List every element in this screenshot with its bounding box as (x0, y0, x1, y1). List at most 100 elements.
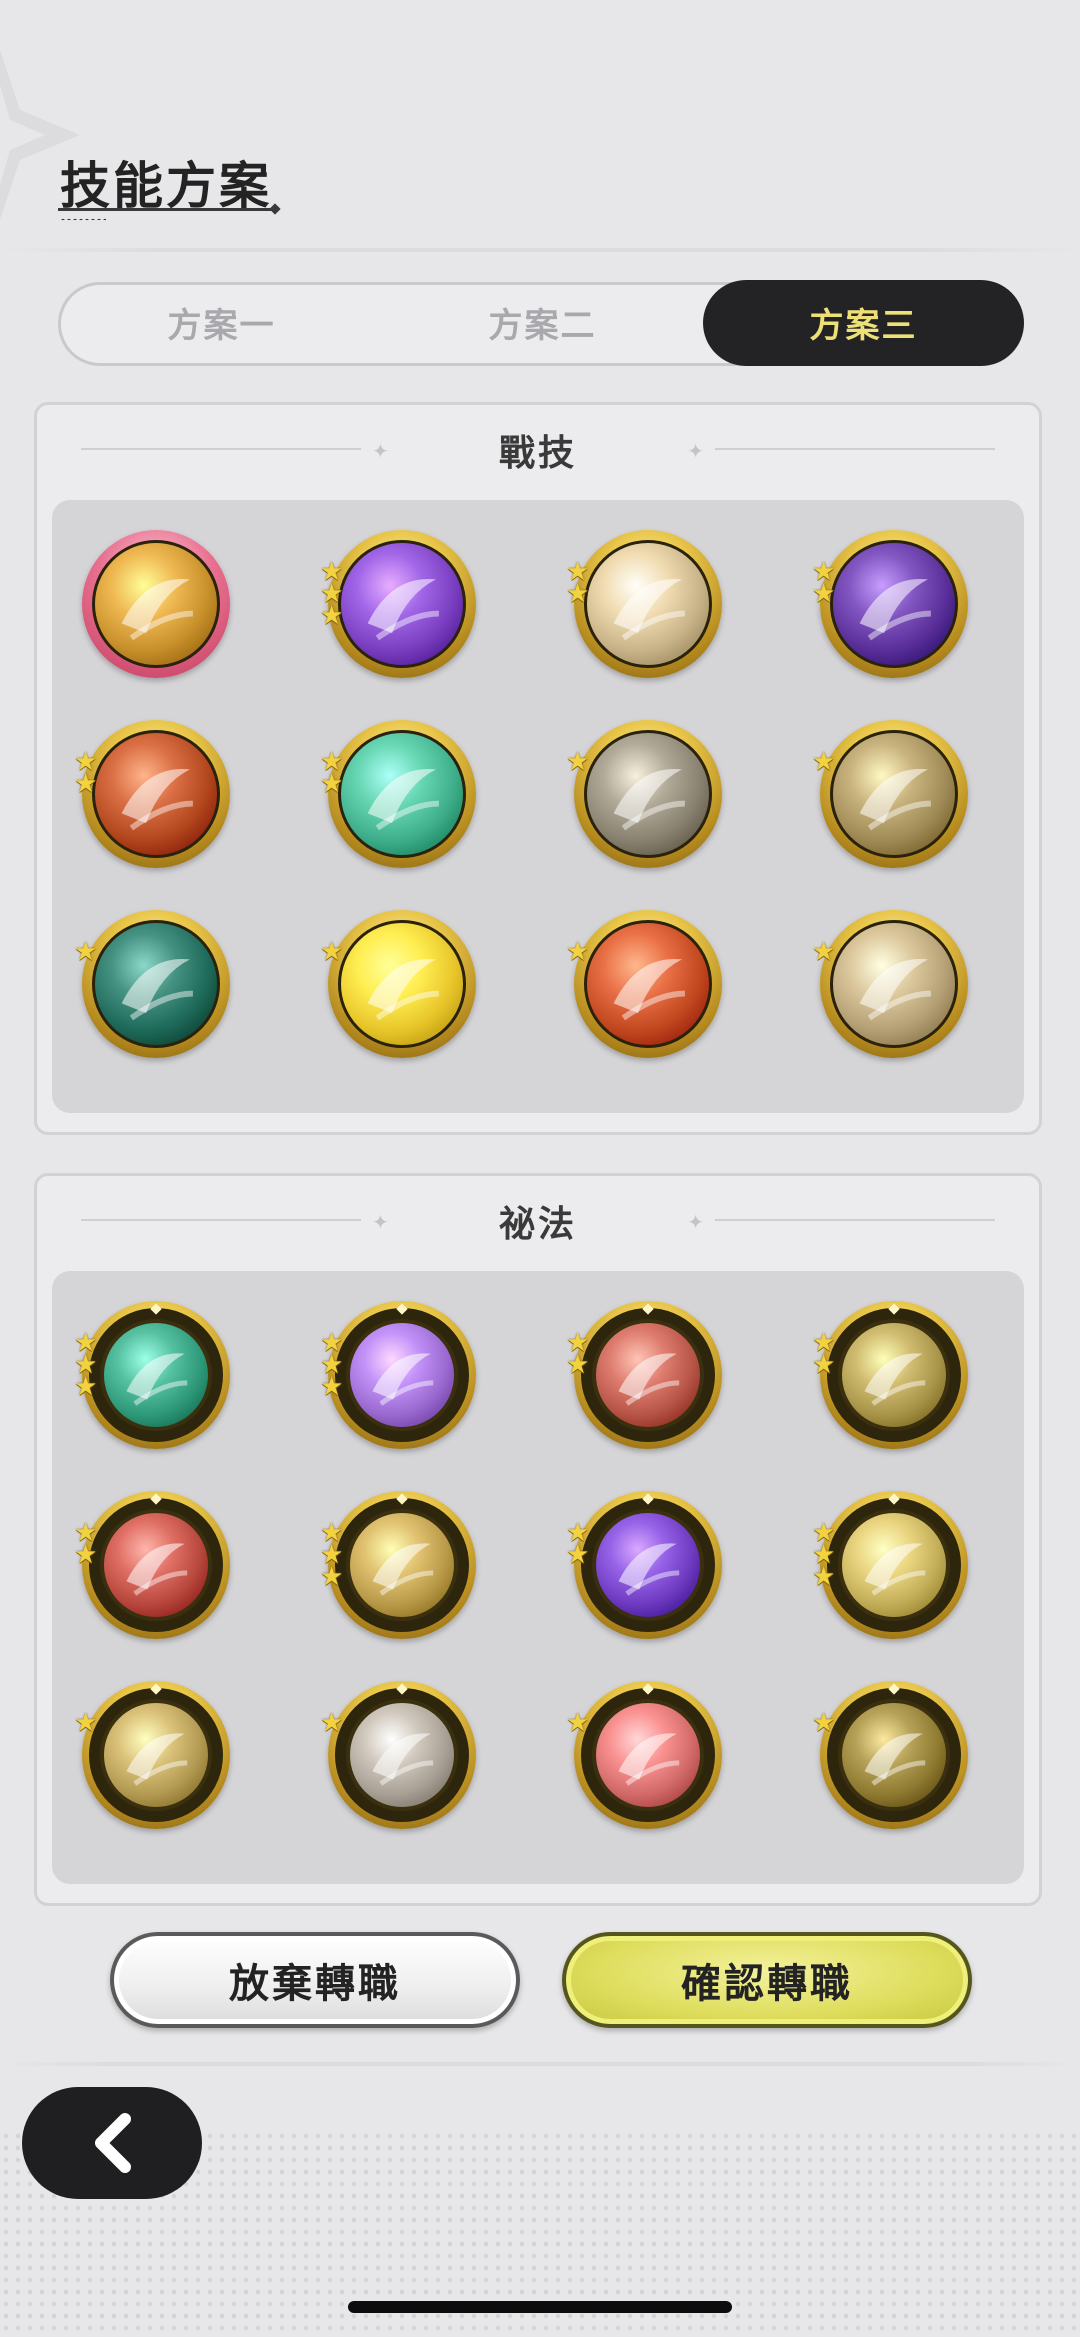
red-sword-rune-icon[interactable]: ★ (566, 1681, 722, 1829)
skill-glyph (341, 733, 463, 855)
diamond-icon: ✦ (687, 441, 704, 463)
purple-orb-rune-icon[interactable]: ★ ★ ★ (320, 1301, 476, 1449)
back-button[interactable] (22, 2087, 202, 2199)
star-rank: ★ ★ ★ (74, 1329, 104, 1401)
star-icon: ★ (320, 1371, 344, 1401)
golden-spark-rune-icon[interactable]: ★ (812, 1681, 968, 1829)
home-indicator (348, 2301, 732, 2313)
skill-glyph (596, 1513, 700, 1617)
hand-wave-skill-icon[interactable]: ★ (812, 910, 968, 1058)
star-icon: ★ (566, 746, 590, 776)
skill-glyph (341, 923, 463, 1045)
star-rank: ★ ★ (320, 748, 350, 796)
skill-artwork (838, 1699, 950, 1811)
mystic-skills-section: ✦ 祕法 ✦ ★ ★ ★ ★ ★ ★ ★ ★ ★ ★ ★ ★ ★ ★ ★ ★ ★ ★ ★ ★ ★ ★ ★ ★ (34, 1173, 1042, 1906)
skill-artwork (838, 1319, 950, 1431)
star-rank: ★ ★ (566, 1519, 596, 1569)
blade-rune-icon[interactable]: ★ (320, 1681, 476, 1829)
green-arrows-skill-icon[interactable]: ★ ★ (320, 720, 476, 868)
skill-artwork (830, 540, 958, 668)
mystic-skill-grid: ★ ★ ★ ★ ★ ★ ★ ★ ★ ★ ★ ★ ★ ★ ★ ★ ★ ★ ★ ★ ★ ★ ★ ★ (52, 1271, 1024, 1884)
star-icon: ★ (566, 1539, 590, 1569)
star-icon: ★ (566, 936, 590, 966)
tab-plan-1[interactable]: 方案一 (61, 281, 382, 365)
star-rank: ★ ★ ★ (320, 558, 350, 628)
star-icon: ★ (812, 1349, 836, 1379)
star-rank: ★ (74, 936, 104, 966)
star-rank: ★ (566, 746, 596, 776)
red-knight-rune-icon[interactable]: ★ ★ (74, 1491, 230, 1639)
header-line (715, 448, 995, 450)
light-burst-skill-icon[interactable]: ★ ★ (566, 530, 722, 678)
combat-skill-grid: ★ ★ ★ ★ ★ ★ ★ ★ ★ ★ ★ ★ ★ ★ ★ ★ ★ (52, 500, 1024, 1113)
header-line (81, 448, 361, 450)
section-header: ✦ 祕法 ✦ (37, 1176, 1039, 1266)
star-icon: ★ (74, 1539, 98, 1569)
star-rank: ★ ★ (74, 748, 104, 796)
skill-artwork (346, 1319, 458, 1431)
star-icon: ★ (74, 1371, 98, 1401)
skill-glyph (842, 1323, 946, 1427)
golden-figures-rune-icon[interactable]: ★ ★ (812, 1301, 968, 1449)
star-icon: ★ (566, 578, 590, 608)
skill-artwork (100, 1699, 212, 1811)
diamond-icon: ✦ (372, 441, 389, 463)
star-rank: ★ (74, 1707, 104, 1737)
star-icon: ★ (320, 1707, 344, 1737)
star-icon: ★ (74, 936, 98, 966)
skill-glyph (842, 1513, 946, 1617)
purple-heart-skill-icon[interactable]: ★ ★ ★ (320, 530, 476, 678)
star-rank: ★ ★ ★ (812, 1519, 842, 1591)
skill-artwork (838, 1509, 950, 1621)
star-icon: ★ (812, 1561, 836, 1591)
skill-glyph (833, 543, 955, 665)
golden-shield-skill-icon[interactable]: ★ (320, 910, 476, 1058)
star-icon: ★ (566, 1349, 590, 1379)
star-rank: ★ (566, 936, 596, 966)
skill-artwork (584, 540, 712, 668)
star-icon: ★ (566, 1707, 590, 1737)
star-rank: ★ (812, 1709, 842, 1735)
star-icon: ★ (320, 936, 344, 966)
tab-plan-2[interactable]: 方案二 (382, 281, 703, 365)
golden-swirl-skill-icon[interactable] (82, 530, 230, 678)
golden-vortex-skill-icon[interactable]: ★ (812, 720, 968, 868)
combat-skills-section: ✦ 戰技 ✦ ★ ★ ★ ★ ★ ★ ★ ★ ★ ★ ★ ★ ★ ★ ★ ★ ★ (34, 402, 1042, 1135)
golden-guardian-rune-icon[interactable]: ★ ★ ★ (812, 1491, 968, 1639)
skill-glyph (833, 733, 955, 855)
skill-artwork (830, 730, 958, 858)
skill-glyph (587, 733, 709, 855)
red-armor-rune-icon[interactable]: ★ ★ (566, 1301, 722, 1449)
eye-rune-icon[interactable]: ★ (74, 1681, 230, 1829)
section-header: ✦ 戰技 ✦ (37, 405, 1039, 495)
star-rank: ★ (320, 1707, 350, 1737)
star-rank: ★ (812, 938, 842, 964)
shadow-grasp-skill-icon[interactable]: ★ ★ (812, 530, 968, 678)
green-heal-rune-icon[interactable]: ★ ★ ★ (74, 1301, 230, 1449)
skill-artwork (346, 1509, 458, 1621)
skill-glyph (104, 1513, 208, 1617)
tab-plan-3[interactable]: 方案三 (703, 279, 1024, 366)
green-crescent-skill-icon[interactable]: ★ (74, 910, 230, 1058)
star-icon: ★ (74, 1707, 98, 1737)
golden-target-rune-icon[interactable]: ★ ★ ★ (320, 1491, 476, 1639)
skill-glyph (95, 543, 217, 665)
confirm-job-change-button[interactable]: 確認轉職 (562, 1932, 972, 2028)
skill-glyph (350, 1703, 454, 1807)
header-line (715, 1219, 995, 1221)
abandon-job-change-button[interactable]: 放棄轉職 (110, 1932, 520, 2028)
plan-tabs: 方案一 方案二 方案三 (58, 279, 1024, 366)
skill-artwork (100, 1509, 212, 1621)
star-icon: ★ (320, 1561, 344, 1591)
skill-artwork (584, 730, 712, 858)
purple-flame-rune-icon[interactable]: ★ ★ (566, 1491, 722, 1639)
wind-slash-skill-icon[interactable]: ★ (566, 720, 722, 868)
skill-glyph (104, 1703, 208, 1807)
star-rank: ★ ★ (812, 1329, 842, 1379)
bottom-separator (0, 2062, 1080, 2066)
flame-skill-icon[interactable]: ★ ★ (74, 720, 230, 868)
header-line (81, 1219, 361, 1221)
fire-seal-skill-icon[interactable]: ★ (566, 910, 722, 1058)
skill-glyph (596, 1703, 700, 1807)
section-title: 戰技 (498, 432, 577, 473)
